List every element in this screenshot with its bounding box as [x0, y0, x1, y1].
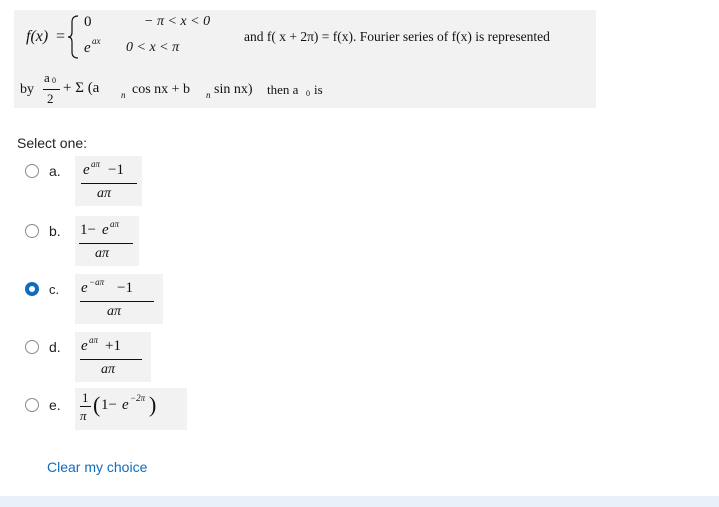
option-b-num-pre: 1−	[80, 222, 96, 238]
option-c-denominator: aπ	[107, 304, 122, 319]
option-b-num-exp: aπ	[110, 219, 120, 229]
option-d-fraction-line	[80, 359, 142, 360]
bn-subscript: n	[206, 90, 211, 100]
equals-sign: =	[56, 28, 66, 45]
option-c-letter: c.	[49, 282, 60, 297]
periodicity-text: and f( x + 2π) = f(x). Fourier series of…	[244, 29, 550, 44]
then-text: then a	[267, 82, 299, 97]
option-e-frac-num: 1	[82, 390, 89, 405]
option-c-fraction-line	[80, 301, 154, 302]
option-d-num-base: e	[81, 338, 88, 354]
option-d-radio[interactable]	[25, 340, 39, 354]
series-cos-term: cos nx + b	[132, 82, 191, 97]
case1-condition: − π < x < 0	[144, 14, 211, 29]
option-e-fraction-line	[80, 406, 91, 407]
clear-choice-link[interactable]: Clear my choice	[47, 459, 147, 475]
option-b-letter: b.	[49, 223, 61, 239]
fx-label: f(x)	[26, 28, 49, 45]
option-c-expression: e −aπ −1 aπ	[75, 274, 163, 324]
option-e-inner-base: e	[122, 397, 129, 413]
by-word: by	[20, 82, 34, 97]
an-subscript: n	[121, 90, 126, 100]
a0-numerator-sub: 0	[52, 76, 56, 85]
a0-fraction-line	[43, 89, 60, 90]
option-a-expression: e aπ −1 aπ	[75, 156, 142, 206]
option-e-expression: 1 π ( 1− e −2π )	[75, 388, 187, 430]
option-c-num-rest: −1	[117, 280, 133, 296]
option-e-inner-exp: −2π	[130, 393, 146, 403]
option-b-denominator: aπ	[95, 246, 110, 261]
option-b-expression: 1− e aπ aπ	[75, 216, 139, 266]
option-a-letter: a.	[49, 163, 61, 179]
option-c-num-base: e	[81, 280, 88, 296]
a0-denominator: 2	[47, 91, 54, 106]
case2-value-base: e	[84, 40, 91, 56]
series-sum: + Σ (a	[63, 80, 100, 96]
option-e-paren-open: (	[93, 392, 101, 417]
option-e-paren-close: )	[149, 392, 157, 417]
option-b-num-base: e	[102, 222, 109, 238]
series-sin-term: sin nx)	[214, 82, 253, 97]
select-one-label: Select one:	[17, 135, 88, 151]
piecewise-brace-icon	[67, 15, 79, 59]
case2-value-exp: ax	[92, 36, 101, 46]
case1-value: 0	[84, 14, 92, 30]
option-a-num-base: e	[83, 162, 90, 178]
is-text: is	[314, 82, 323, 97]
option-c-num-exp: −aπ	[89, 277, 105, 287]
option-d-denominator: aπ	[101, 362, 116, 377]
question-panel: f(x) = 0 − π < x < 0 e ax 0 < x < π and …	[0, 0, 719, 496]
option-d-letter: d.	[49, 339, 61, 355]
option-e-radio[interactable]	[25, 398, 39, 412]
option-a-num-rest: −1	[108, 162, 124, 178]
option-e-letter: e.	[49, 397, 61, 413]
a0-numerator: a	[44, 70, 50, 85]
option-a-denominator: aπ	[97, 186, 112, 201]
option-a-num-exp: aπ	[91, 159, 101, 169]
option-d-num-rest: +1	[105, 338, 121, 354]
option-a-fraction-line	[81, 183, 137, 184]
option-a-radio[interactable]	[25, 164, 39, 178]
case2-condition: 0 < x < π	[126, 40, 180, 55]
option-e-frac-den: π	[80, 408, 87, 423]
then-subscript: 0	[306, 89, 310, 98]
option-d-num-exp: aπ	[89, 335, 99, 345]
option-e-inner-pre: 1−	[101, 397, 117, 413]
option-b-fraction-line	[79, 243, 133, 244]
option-c-radio[interactable]	[25, 282, 39, 296]
option-b-radio[interactable]	[25, 224, 39, 238]
question-text: f(x) = 0 − π < x < 0 e ax 0 < x < π and …	[14, 10, 596, 108]
option-d-expression: e aπ +1 aπ	[75, 332, 151, 382]
